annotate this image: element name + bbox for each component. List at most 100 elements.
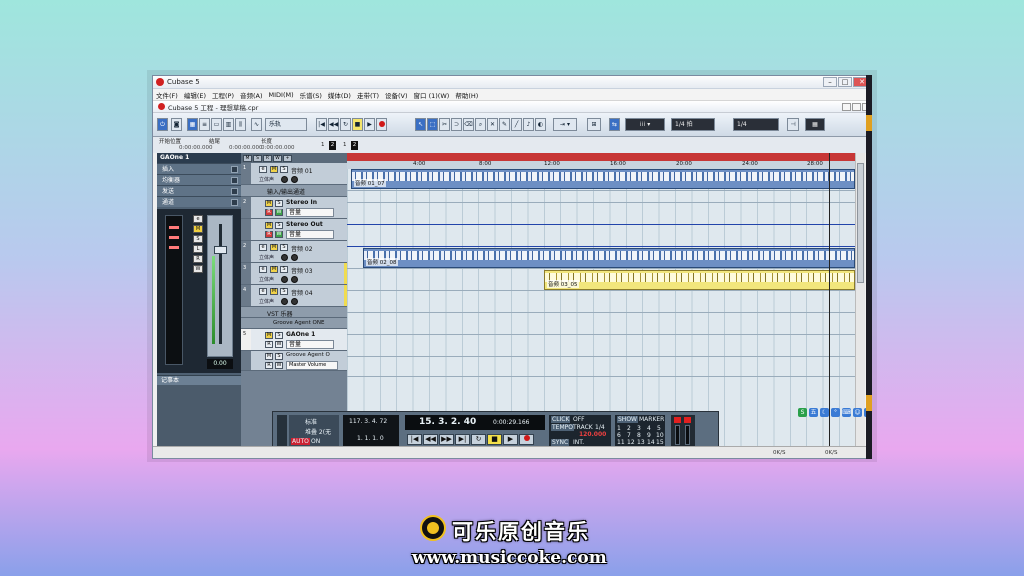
transport-cycle-button[interactable]: ↻: [471, 434, 486, 445]
color-tool[interactable]: ◐: [535, 118, 546, 131]
track-audio-02[interactable]: 2 e M S 音频 02 立体声: [241, 241, 347, 263]
clip-indicator-right[interactable]: [684, 417, 691, 423]
audio-event-01[interactable]: 音频 01_07: [351, 169, 855, 189]
marker-button-6[interactable]: 6: [617, 432, 621, 439]
track-edit-button[interactable]: e: [259, 266, 267, 273]
track-monitor-knob[interactable]: [281, 298, 288, 305]
mute-tool[interactable]: ✕: [487, 118, 498, 131]
marker-1[interactable]: 1: [321, 142, 325, 148]
track-edit-button[interactable]: e: [259, 166, 267, 173]
play-tool[interactable]: ♪: [523, 118, 534, 131]
track-io-folder[interactable]: 输入/输出通道: [241, 185, 347, 197]
channel-solo-button[interactable]: S: [193, 235, 203, 243]
menu-transport[interactable]: 走带(T): [357, 90, 379, 100]
track-groove-agent-automation[interactable]: M S Groove Agent O R W Master Volume: [241, 351, 347, 371]
menu-media[interactable]: 媒体(D): [328, 90, 351, 100]
inspector-section-channel[interactable]: 通道: [157, 196, 241, 207]
channel-volume-value[interactable]: 0.00: [207, 359, 233, 369]
minimize-button[interactable]: –: [823, 77, 837, 87]
channel-read-button[interactable]: R: [193, 255, 203, 263]
project-minimize-button[interactable]: [842, 102, 851, 111]
track-audio-04[interactable]: 4 e M S 音频 04 立体声: [241, 285, 347, 307]
end-value[interactable]: 0:00:00.000: [229, 145, 262, 151]
channel-volume-fader[interactable]: [207, 215, 233, 357]
track-stereo-out[interactable]: M S Stereo Out R W 音量: [241, 219, 347, 241]
track-name[interactable]: 音频 04: [291, 288, 313, 297]
menu-help[interactable]: 帮助(H): [455, 90, 478, 100]
track-groove-agent-folder[interactable]: Groove Agent ONE: [241, 318, 347, 329]
pool-button[interactable]: ▥: [223, 118, 234, 131]
track-expander[interactable]: 3: [241, 263, 251, 284]
track-solo-button[interactable]: S: [280, 166, 288, 173]
ime-logo-icon[interactable]: S: [798, 408, 807, 417]
marker-2[interactable]: 2: [329, 141, 336, 150]
sends-bypass-icon[interactable]: [231, 188, 238, 195]
menu-window[interactable]: 窗口 (1)(W): [414, 90, 450, 100]
track-mute-button[interactable]: M: [270, 244, 278, 251]
clip-indicator-left[interactable]: [674, 417, 681, 423]
marker-button-13[interactable]: 13: [637, 439, 645, 446]
arrange-area[interactable]: 4:00 8:00 12:00 16:00 20:00 24:00 28:00 …: [347, 153, 855, 455]
snap-type-button[interactable]: ⊞: [587, 118, 601, 131]
track-write-button[interactable]: W: [275, 209, 283, 216]
track-vst-folder[interactable]: VST 乐器: [241, 307, 347, 318]
transport-go-to-end-button[interactable]: ▶|: [455, 434, 470, 445]
track-write-button[interactable]: W: [275, 231, 283, 238]
object-select-tool[interactable]: ↖: [415, 118, 426, 131]
automation-mode-icon[interactable]: ∿: [251, 118, 262, 131]
track-mute-button[interactable]: M: [265, 222, 273, 229]
track-expander[interactable]: 1: [241, 163, 251, 184]
length-value[interactable]: 0:00:00.000: [261, 145, 294, 151]
cycle-range-bar[interactable]: [347, 153, 855, 161]
track-expander[interactable]: [241, 351, 251, 370]
marker-button-14[interactable]: 14: [647, 439, 655, 446]
track-read-button[interactable]: R: [265, 231, 273, 238]
marker-button-8[interactable]: 8: [637, 432, 641, 439]
track-mute-button[interactable]: M: [270, 166, 278, 173]
zoom-tool[interactable]: ⌕: [475, 118, 486, 131]
track-record-arm-knob[interactable]: [291, 276, 298, 283]
track-record-arm-knob[interactable]: [291, 176, 298, 183]
track-record-arm-knob[interactable]: [291, 254, 298, 261]
grid-type-select[interactable]: ⁞⁞⁞ ▾: [625, 118, 665, 131]
track-mute-button[interactable]: M: [270, 266, 278, 273]
track-audio-01[interactable]: 1 e M S 音频 01 立体声: [241, 163, 347, 185]
snap-toggle-button[interactable]: ⇆: [609, 118, 620, 131]
tempo-value[interactable]: 120.000: [579, 431, 606, 438]
inspector-section-inserts[interactable]: 插入: [157, 163, 241, 174]
track-expander[interactable]: 2: [241, 241, 251, 262]
transport-record-button[interactable]: [519, 434, 534, 445]
inspector-track-header[interactable]: GAOne 1: [157, 153, 241, 163]
track-name[interactable]: 音频 03: [291, 266, 313, 275]
channel-bypass-icon[interactable]: [231, 199, 238, 206]
track-stereo-in[interactable]: 2 M S Stereo In R W 音量: [241, 197, 347, 219]
transport-play-button[interactable]: ▶: [503, 434, 518, 445]
track-automation-param[interactable]: 音量: [286, 230, 334, 239]
record-mode-label[interactable]: 标准: [305, 417, 317, 426]
record-button[interactable]: [376, 118, 387, 131]
track-solo-button[interactable]: S: [275, 353, 283, 360]
automation-line[interactable]: [347, 224, 855, 225]
play-button[interactable]: ▶: [364, 118, 375, 131]
track-read-button[interactable]: R: [265, 362, 273, 369]
fader-handle[interactable]: [214, 246, 227, 254]
sync-label[interactable]: SYNC: [551, 439, 570, 446]
timeline-ruler[interactable]: 4:00 8:00 12:00 16:00 20:00 24:00 28:00: [347, 153, 855, 169]
menu-devices[interactable]: 设备(V): [385, 90, 408, 100]
track-monitor-knob[interactable]: [281, 254, 288, 261]
track-mute-button[interactable]: M: [265, 353, 273, 360]
track-mute-button[interactable]: M: [265, 200, 273, 207]
channel-mute-button[interactable]: M: [193, 225, 203, 233]
maximize-button[interactable]: □: [838, 77, 852, 87]
menu-score[interactable]: 乐谱(S): [300, 90, 322, 100]
tempo-mode[interactable]: TRACK: [573, 424, 593, 431]
length-quantize-select[interactable]: 1/4: [733, 118, 779, 131]
erase-tool[interactable]: ⌫: [463, 118, 474, 131]
menu-project[interactable]: 工程(P): [212, 90, 234, 100]
track-expander[interactable]: [241, 219, 251, 240]
track-automation-param[interactable]: Master Volume: [286, 361, 338, 370]
inspector-section-sends[interactable]: 发送: [157, 185, 241, 196]
transport-forward-button[interactable]: ▶▶: [439, 434, 454, 445]
track-gaone-1[interactable]: 5 M S GAOne 1 R W 音量: [241, 329, 347, 351]
constrain-delay-button[interactable]: ◙: [171, 118, 182, 131]
